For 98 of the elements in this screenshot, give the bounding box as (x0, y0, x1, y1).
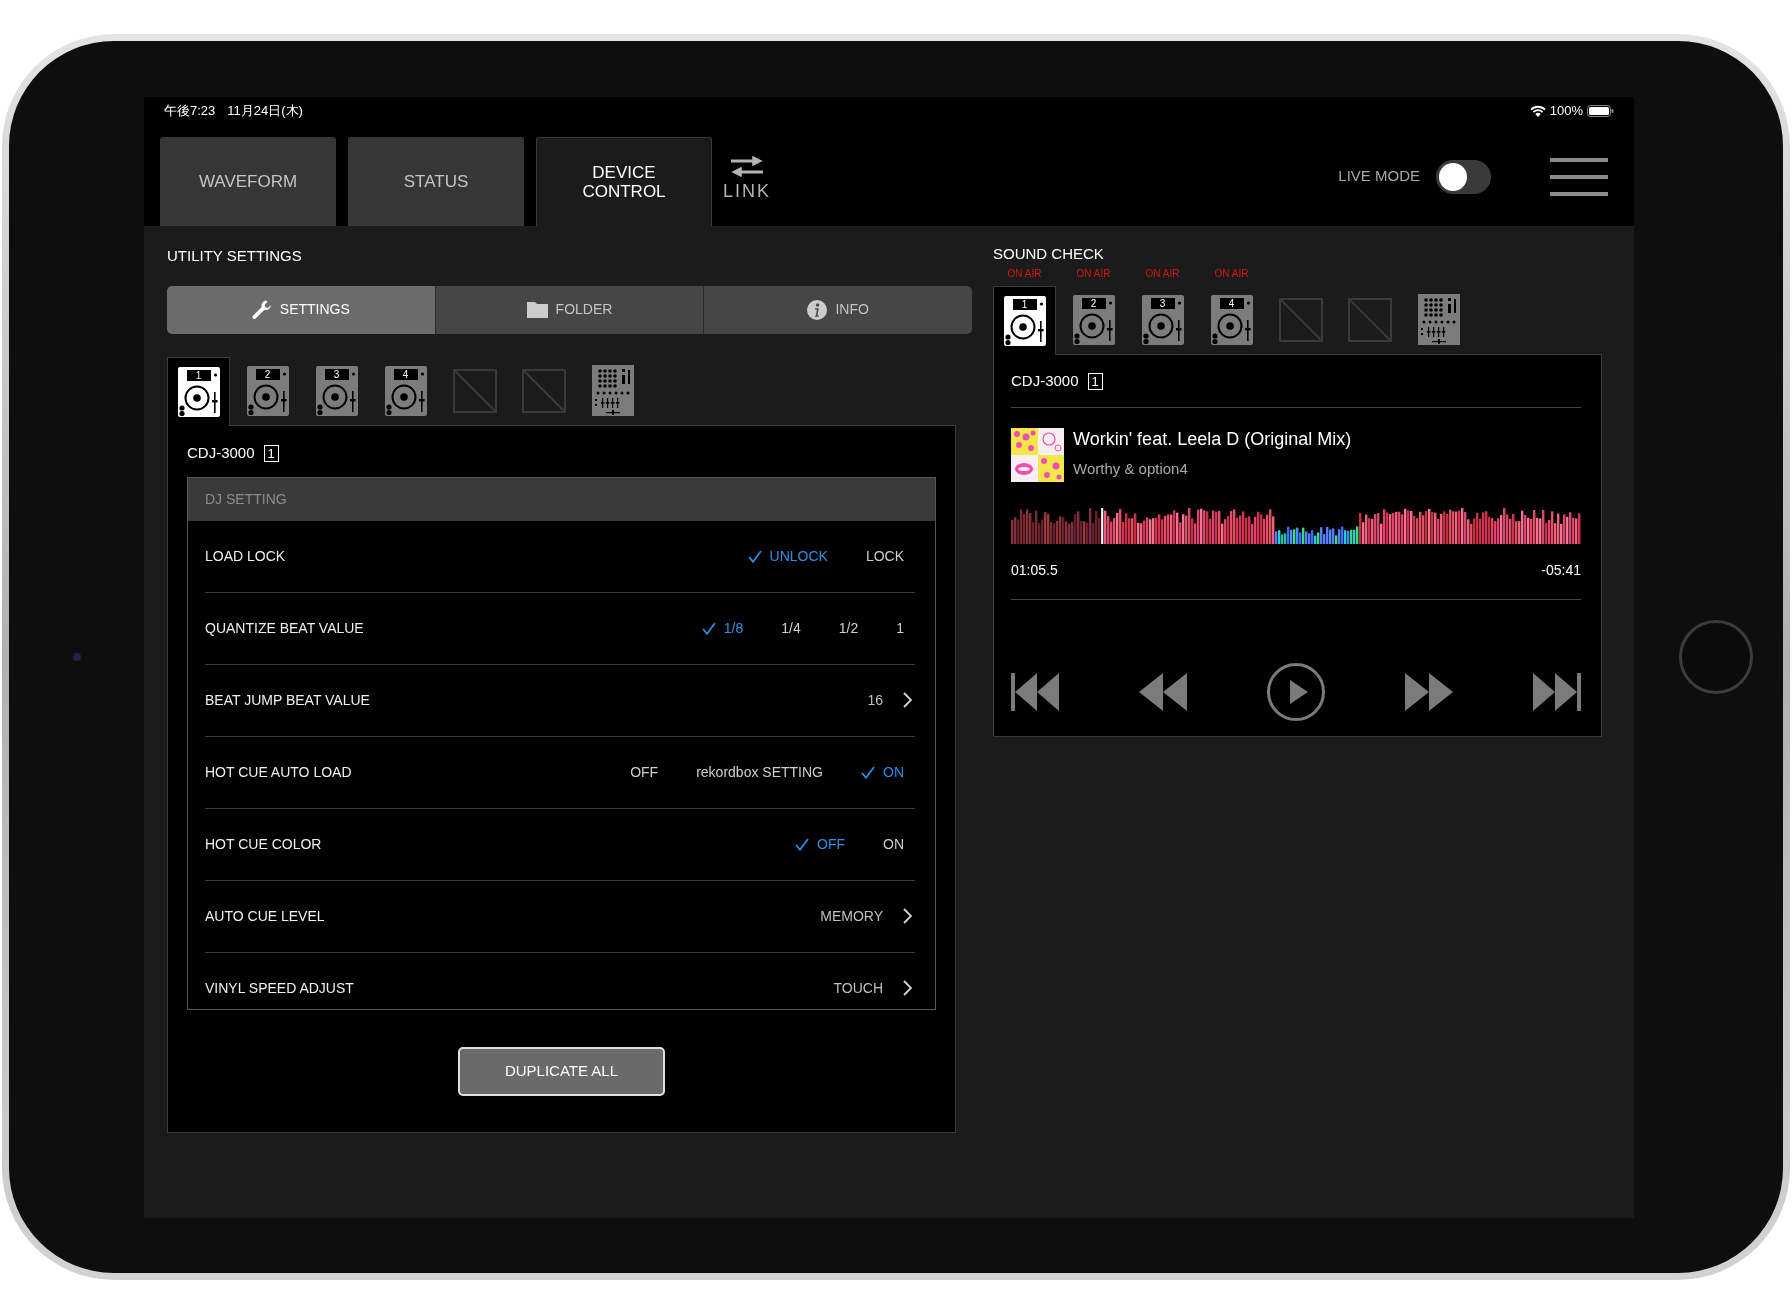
device-tab[interactable]: 1 (993, 285, 1056, 355)
rewind-button[interactable] (1139, 673, 1187, 711)
setting-option[interactable]: 1 (896, 617, 904, 639)
track-artist: Worthy & option4 (1073, 459, 1189, 478)
menu-button[interactable] (1550, 157, 1608, 196)
status-date: 11月24日(木) (227, 102, 303, 121)
fast-forward-icon (1405, 673, 1453, 711)
info-icon (807, 299, 828, 320)
link-button[interactable]: LINK (723, 155, 772, 201)
device-tab[interactable]: 4 (1200, 285, 1263, 354)
folder-icon (526, 301, 548, 318)
player-icon (1141, 294, 1184, 345)
player-icon (1210, 294, 1253, 345)
player-icon (384, 365, 427, 416)
setting-option[interactable]: 1/8 (701, 617, 744, 639)
empty-slot-icon (521, 368, 566, 413)
chevron-right-icon (903, 692, 912, 708)
menu-icon (1550, 157, 1608, 196)
setting-value: TOUCH (833, 978, 883, 998)
on-air-label: ON AIR (1076, 267, 1111, 280)
check-icon (795, 837, 809, 851)
settings-tab[interactable]: INFO (703, 285, 972, 334)
setting-option[interactable]: ON (883, 833, 904, 855)
deck-number: 1 (263, 445, 279, 462)
setting-label: LOAD LOCK (205, 546, 286, 566)
track-title: Workin' feat. Leela D (Original Mix) (1073, 427, 1352, 450)
setting-option[interactable]: LOCK (865, 545, 904, 567)
camera-lens (72, 653, 81, 661)
device-tab[interactable]: 3 (1131, 285, 1194, 354)
wrench-icon (251, 299, 272, 320)
on-air-label: ON AIR (1145, 267, 1180, 280)
album-art-drawing (1011, 427, 1064, 482)
on-air-label: ON AIR (1007, 267, 1042, 280)
setting-option[interactable]: rekordbox SETTING (696, 761, 823, 783)
remaining-time: -05:41 (1541, 561, 1581, 578)
skip-forward-icon (1533, 673, 1581, 711)
skip-back-icon (1011, 673, 1059, 711)
setting-label: VINYL SPEED ADJUST (205, 978, 354, 998)
check-icon (701, 621, 716, 635)
setting-option[interactable]: UNLOCK (747, 545, 828, 567)
setting-label: QUANTIZE BEAT VALUE (205, 618, 364, 638)
player-icon (1072, 294, 1115, 345)
setting-value: 16 (867, 690, 883, 710)
device-name: CDJ-3000 (187, 443, 255, 464)
setting-value: MEMORY (820, 906, 883, 926)
setting-option[interactable]: OFF (795, 833, 845, 855)
status-time: 午後7:23 (164, 102, 216, 121)
device-tab[interactable]: 3 (305, 356, 368, 425)
play-icon (1267, 663, 1325, 721)
player-icon (177, 366, 220, 417)
swap-arrows-icon (730, 155, 764, 177)
view-tab[interactable]: STATUS (348, 136, 524, 226)
player-icon (1003, 295, 1046, 346)
next-track-button[interactable] (1533, 673, 1581, 711)
check-icon (861, 765, 875, 779)
duplicate-all-button[interactable]: DUPLICATE ALL (458, 1046, 665, 1096)
settings-tab[interactable]: SETTINGS (167, 285, 435, 334)
setting-label: BEAT JUMP BEAT VALUE (205, 690, 370, 710)
setting-label: AUTO CUE LEVEL (205, 906, 325, 926)
setting-option[interactable]: OFF (630, 761, 659, 783)
play-button[interactable] (1267, 663, 1325, 721)
setting-option[interactable]: 1/2 (838, 617, 859, 639)
device-tab[interactable]: 2 (1062, 285, 1125, 354)
settings-tab[interactable]: FOLDER (434, 285, 704, 334)
setting-label: HOT CUE COLOR (205, 834, 322, 854)
previous-track-button[interactable] (1011, 673, 1059, 711)
view-tab[interactable]: WAVEFORM (160, 136, 336, 226)
on-air-label: ON AIR (1214, 267, 1249, 280)
battery-percent: 100% (1549, 102, 1583, 121)
elapsed-time: 01:05.5 (1011, 561, 1058, 578)
device-tab[interactable]: 4 (374, 356, 437, 425)
wifi-icon (1529, 105, 1546, 117)
device-tab[interactable]: 1 (167, 356, 230, 426)
section-title: SOUND CHECK (993, 243, 1104, 264)
device-name: CDJ-3000 (1011, 371, 1079, 392)
chevron-right-icon (903, 980, 912, 996)
player-icon (315, 365, 358, 416)
live-mode-toggle[interactable] (1436, 159, 1491, 194)
deck-number: 1 (1087, 373, 1103, 390)
empty-slot-icon (1278, 297, 1323, 342)
device-tab[interactable]: 2 (236, 356, 299, 425)
section-title: UTILITY SETTINGS (167, 245, 302, 266)
section-header: DJ SETTING (188, 477, 935, 521)
mixer-icon (591, 365, 634, 416)
fast-forward-button[interactable] (1405, 673, 1453, 711)
empty-slot-icon (1347, 297, 1392, 342)
chevron-right-icon (903, 908, 912, 924)
battery-icon (1587, 105, 1614, 117)
setting-label: HOT CUE AUTO LOAD (205, 762, 352, 782)
view-tab[interactable]: DEVICE CONTROL (536, 136, 712, 226)
setting-option[interactable]: 1/4 (781, 617, 801, 639)
setting-option[interactable]: ON (861, 761, 904, 783)
player-icon (246, 365, 289, 416)
check-icon (747, 549, 762, 563)
rewind-icon (1139, 673, 1187, 711)
mixer-icon (1417, 294, 1460, 345)
empty-slot-icon (452, 368, 497, 413)
live-mode-label: LIVE MODE (1338, 166, 1420, 187)
